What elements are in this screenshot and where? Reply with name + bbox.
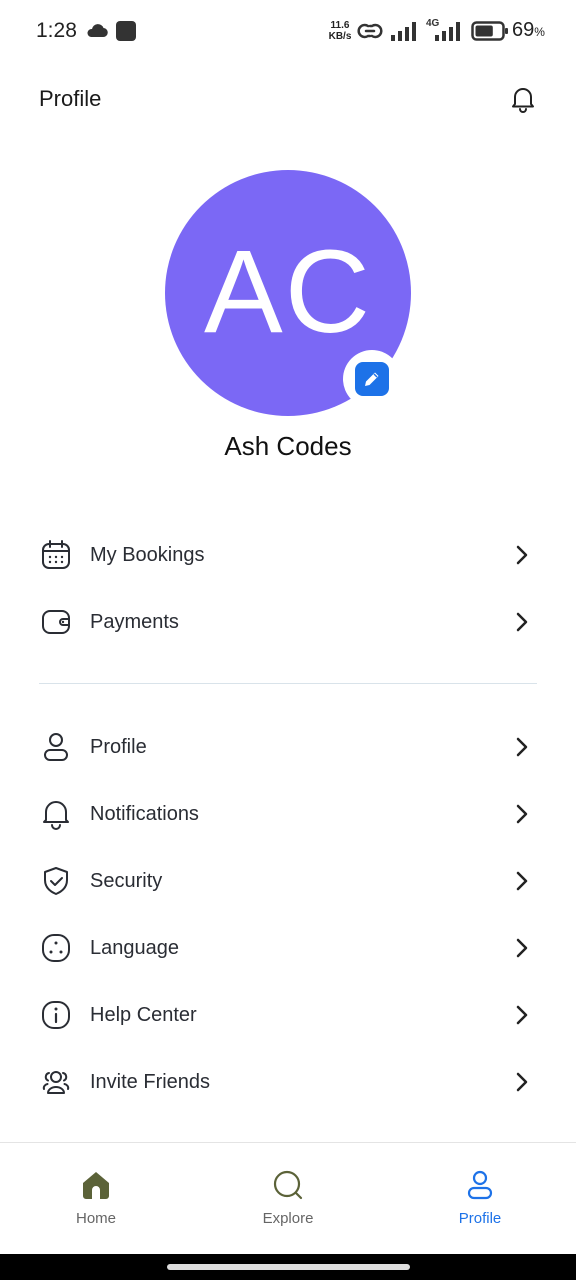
signal-4g-icon: 4G: [425, 18, 465, 42]
chevron-right-icon: [516, 1005, 528, 1025]
edit-avatar-button[interactable]: [343, 350, 401, 408]
edit-badge-bg: [355, 362, 389, 396]
status-time: 1:28: [36, 19, 77, 42]
menu-label: Language: [90, 936, 179, 959]
app-notification-icon: [116, 21, 136, 41]
chevron-right-icon: [516, 737, 528, 757]
wallet-icon: [42, 610, 70, 634]
chevron-right-icon: [516, 1072, 528, 1092]
chevron-right-icon: [516, 871, 528, 891]
chevron-right-icon: [516, 938, 528, 958]
page-title: Profile: [39, 86, 102, 111]
home-icon: [83, 1172, 109, 1199]
menu-label: My Bookings: [90, 543, 205, 566]
users-icon: [42, 1071, 70, 1094]
language-icon: [42, 934, 70, 962]
nav-label: Profile: [458, 1210, 502, 1227]
bell-icon: [43, 801, 69, 830]
nav-label: Explore: [262, 1210, 314, 1227]
menu-item-help-center[interactable]: Help Center: [0, 983, 576, 1047]
battery-percent: 69%: [512, 19, 545, 42]
menu-divider: [39, 683, 537, 684]
net-speed-value: 11.6: [330, 20, 350, 31]
chevron-right-icon: [516, 612, 528, 632]
menu-item-profile[interactable]: Profile: [0, 715, 576, 779]
nav-item-explore[interactable]: Explore: [192, 1143, 384, 1255]
hotspot-link-icon: [357, 23, 383, 39]
nav-item-profile[interactable]: Profile: [384, 1143, 576, 1255]
status-bar: 1:28 11.6 KB/s 4G 69%: [0, 0, 576, 64]
menu-label: Help Center: [90, 1003, 197, 1026]
menu-label: Invite Friends: [90, 1070, 211, 1093]
chevron-right-icon: [516, 545, 528, 565]
menu-item-my-bookings[interactable]: My Bookings: [0, 523, 576, 587]
user-icon: [44, 733, 68, 761]
user-icon: [467, 1170, 493, 1200]
battery-icon: [471, 21, 508, 41]
menu-item-notifications[interactable]: Notifications: [0, 782, 576, 846]
calendar-icon: [42, 540, 70, 569]
chevron-right-icon: [516, 804, 528, 824]
battery-percent-value: 69: [512, 19, 535, 41]
menu-label: Notifications: [90, 802, 199, 825]
user-name: Ash Codes: [224, 431, 352, 461]
menu-label: Payments: [90, 610, 179, 633]
avatar-initials: AC: [204, 226, 372, 358]
pencil-icon: [365, 372, 379, 386]
signal-icon: [391, 22, 416, 41]
menu-item-invite-friends[interactable]: Invite Friends: [0, 1050, 576, 1114]
menu-item-payments[interactable]: Payments: [0, 590, 576, 654]
info-icon: [42, 1001, 70, 1029]
nav-label: Home: [75, 1210, 116, 1227]
net-speed-unit: KB/s: [328, 31, 352, 42]
search-icon: [273, 1170, 303, 1200]
battery-percent-suffix: %: [534, 25, 545, 39]
shield-icon: [44, 867, 68, 895]
menu-item-language[interactable]: Language: [0, 916, 576, 980]
bottom-nav: Home Explore Profile: [0, 1142, 576, 1254]
home-indicator[interactable]: [167, 1264, 410, 1270]
menu-label: Security: [90, 869, 163, 892]
menu-label: Profile: [90, 735, 147, 758]
nav-item-home[interactable]: Home: [0, 1143, 192, 1255]
notification-bell-icon[interactable]: [508, 84, 538, 114]
menu-item-security[interactable]: Security: [0, 849, 576, 913]
cloud-icon: [87, 24, 108, 38]
net-speed: 11.6 KB/s: [326, 20, 354, 42]
